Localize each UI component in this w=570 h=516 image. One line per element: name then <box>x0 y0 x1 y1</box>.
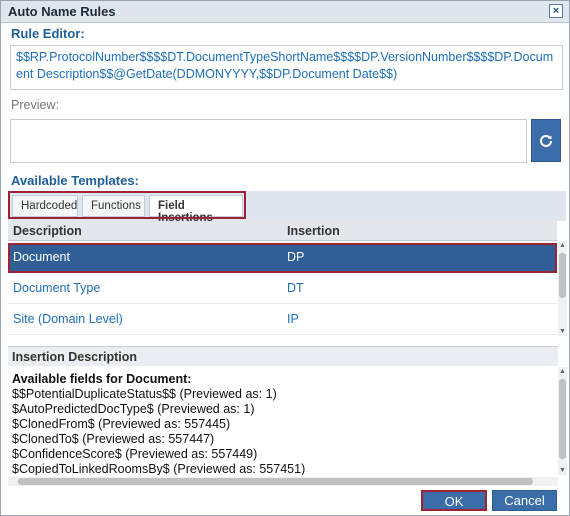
preview-field[interactable] <box>10 119 527 163</box>
refresh-icon <box>540 134 552 147</box>
table-scroll-thumb[interactable] <box>559 253 566 298</box>
rule-editor-textarea[interactable]: $$RP.ProtocolNumber$$$$DT.DocumentTypeSh… <box>10 45 563 90</box>
column-header-insertion[interactable]: Insertion <box>287 224 340 238</box>
templates-table: Description Insertion Document DP Docume… <box>8 221 557 336</box>
row-description: Document Type <box>13 281 101 295</box>
tabs-highlight <box>8 191 246 219</box>
fields-title: Available fields for Document: <box>12 372 192 386</box>
row-insertion: DP <box>287 250 305 264</box>
rule-editor-label: Rule Editor: <box>11 26 85 41</box>
column-header-description[interactable]: Description <box>13 224 82 238</box>
dialog-titlebar: Auto Name Rules × <box>1 1 569 23</box>
auto-name-rules-dialog: Auto Name Rules × Rule Editor: $$RP.Prot… <box>0 0 570 516</box>
close-icon[interactable]: × <box>549 4 563 18</box>
horizontal-scroll-thumb[interactable] <box>18 478 533 485</box>
table-row[interactable]: Document DP <box>8 243 557 273</box>
field-line: $ClonedFrom$ (Previewed as: 557445) <box>12 417 231 431</box>
field-line: $ClonedTo$ (Previewed as: 557447) <box>12 432 215 446</box>
dialog-title: Auto Name Rules <box>8 4 116 19</box>
ok-button[interactable]: OK <box>421 490 487 511</box>
field-line: $ConfidenceScore$ (Previewed as: 557449) <box>12 447 258 461</box>
field-line: $CopiedToLinkedRoomsBy$ (Previewed as: 5… <box>12 462 306 475</box>
insertion-description-body: Available fields for Document: $$Potenti… <box>8 367 556 475</box>
description-scroll-thumb[interactable] <box>559 379 566 459</box>
table-row[interactable]: Site (Domain Level) IP <box>8 305 557 335</box>
preview-label: Preview: <box>11 98 59 112</box>
insertion-description-header: Insertion Description <box>8 346 558 366</box>
available-templates-label: Available Templates: <box>11 173 139 188</box>
field-line: $AutoPredictedDocType$ (Previewed as: 1) <box>12 402 255 416</box>
row-description: Site (Domain Level) <box>13 312 123 326</box>
scroll-up-icon[interactable]: ▲ <box>558 367 567 376</box>
scroll-up-icon[interactable]: ▲ <box>558 241 567 250</box>
insertion-description-label: Insertion Description <box>12 350 138 364</box>
description-horizontal-scrollbar[interactable] <box>8 477 558 486</box>
scroll-down-icon[interactable]: ▼ <box>558 327 567 336</box>
table-header: Description Insertion <box>8 221 557 241</box>
row-insertion: IP <box>287 312 299 326</box>
table-scrollbar[interactable]: ▲ ▼ <box>558 241 567 336</box>
refresh-button[interactable] <box>531 119 561 162</box>
table-row[interactable]: Document Type DT <box>8 274 557 304</box>
row-description: Document <box>13 250 70 264</box>
cancel-button[interactable]: Cancel <box>492 490 557 511</box>
field-line: $$PotentialDuplicateStatus$$ (Previewed … <box>12 387 277 401</box>
row-insertion: DT <box>287 281 304 295</box>
scroll-down-icon[interactable]: ▼ <box>558 466 567 475</box>
description-scrollbar[interactable]: ▲ ▼ <box>558 367 567 475</box>
